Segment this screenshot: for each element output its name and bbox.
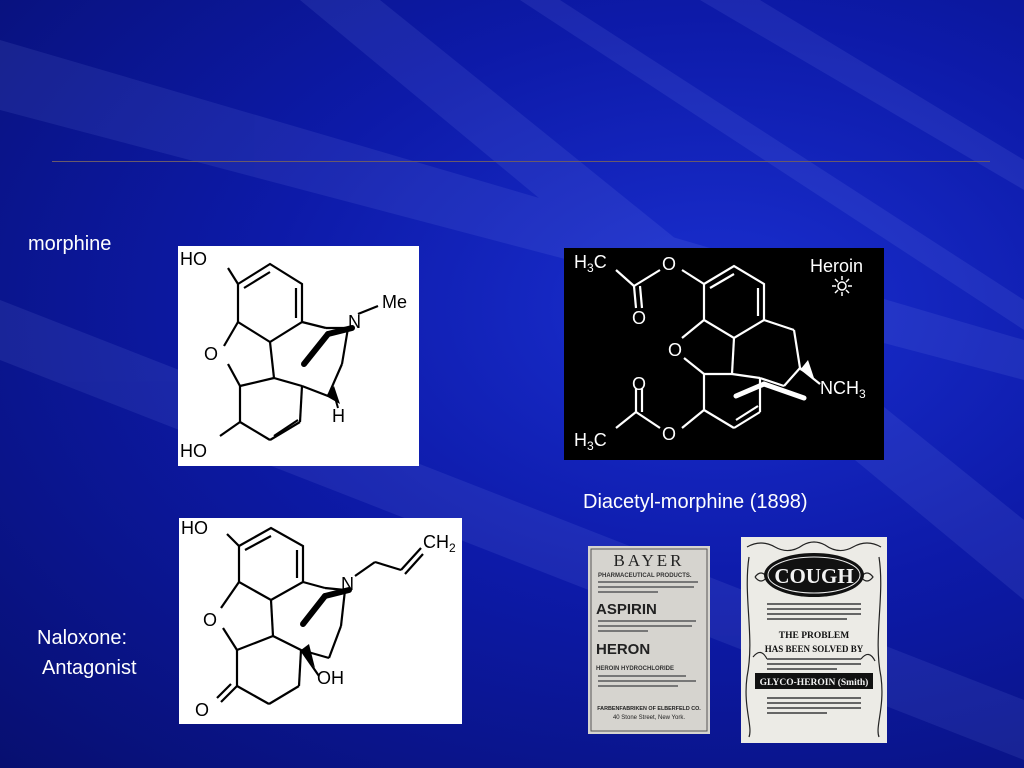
bayer-brand: BAYER: [613, 551, 684, 570]
naloxone-structure: HO O N CH2 OH O: [179, 518, 462, 724]
heroin-atom-nch3: NCH3: [820, 378, 866, 401]
bayer-company: FARBENFABRIKEN OF ELBERFELD CO.: [597, 706, 701, 712]
diacetyl-morphine-label: Diacetyl-morphine (1898): [583, 491, 808, 513]
title-divider: [52, 161, 990, 162]
morphine-atom-me: Me: [382, 292, 407, 312]
morphine-atom-o: O: [204, 344, 218, 364]
morphine-atom-ho-top: HO: [180, 249, 207, 269]
heroin-atom-o-ring: O: [668, 340, 682, 360]
bayer-address: 40 Stone Street, New York.: [613, 715, 685, 721]
heroin-atom-o-ester-bottom: O: [662, 424, 676, 444]
bayer-subtitle: PHARMACEUTICAL PRODUCTS.: [598, 573, 692, 579]
heroin-atom-o-carbonyl-top: O: [632, 308, 646, 328]
cough-line-solved: HAS BEEN SOLVED BY: [765, 644, 864, 654]
bayer-aspirin: ASPIRIN: [596, 601, 657, 618]
sun-icon: [832, 276, 852, 296]
morphine-atom-h: H: [332, 406, 345, 426]
bayer-heroin: HERON: [596, 641, 650, 658]
heroin-atom-h3c-top: H3C: [574, 252, 607, 275]
heroin-title: Heroin: [810, 256, 863, 276]
naloxone-atom-o-ketone: O: [195, 700, 209, 720]
naloxone-label: Naloxone:: [37, 627, 128, 649]
bayer-advertisement: BAYER PHARMACEUTICAL PRODUCTS. ASPIRIN H…: [588, 546, 710, 734]
naloxone-atom-ho: HO: [181, 518, 208, 538]
heroin-diagram: H3C O O O O H3C O NCH3 Heroin: [574, 252, 866, 453]
heroin-atom-o-carbonyl-bottom: O: [632, 374, 646, 394]
antagonist-label: Antagonist: [42, 657, 137, 679]
cough-title: COUGH: [774, 564, 853, 588]
heroin-atom-h3c-bottom: H3C: [574, 430, 607, 453]
naloxone-atom-o-ring: O: [203, 610, 217, 630]
bayer-heroin-hydrochloride: HEROIN HYDROCHLORIDE: [596, 666, 674, 672]
glyco-heroin-advertisement: COUGH THE PROBLEM HAS BEEN SOLVED BY GLY…: [741, 537, 887, 743]
morphine-diagram: HO O HO N Me H: [180, 249, 407, 461]
naloxone-atom-ch2: CH2: [423, 532, 456, 555]
cough-line-problem: THE PROBLEM: [779, 631, 849, 641]
naloxone-atom-oh: OH: [317, 668, 344, 688]
heroin-structure: H3C O O O O H3C O NCH3 Heroin: [564, 248, 884, 460]
morphine-atom-n: N: [348, 312, 361, 332]
naloxone-atom-n: N: [341, 574, 354, 594]
naloxone-diagram: HO O N CH2 OH O: [181, 518, 456, 720]
morphine-structure: HO O HO N Me H: [178, 246, 419, 466]
bayer-ad-image: BAYER PHARMACEUTICAL PRODUCTS. ASPIRIN H…: [590, 548, 708, 732]
heroin-atom-o-ester-top: O: [662, 254, 676, 274]
slide: morphine Diacetyl-morphine (1898) Naloxo…: [0, 0, 1024, 768]
cough-ad-image: COUGH THE PROBLEM HAS BEEN SOLVED BY GLY…: [745, 541, 883, 738]
cough-product: GLYCO-HEROIN (Smith): [760, 677, 869, 688]
morphine-atom-ho-bottom: HO: [180, 441, 207, 461]
morphine-label: morphine: [28, 233, 112, 255]
